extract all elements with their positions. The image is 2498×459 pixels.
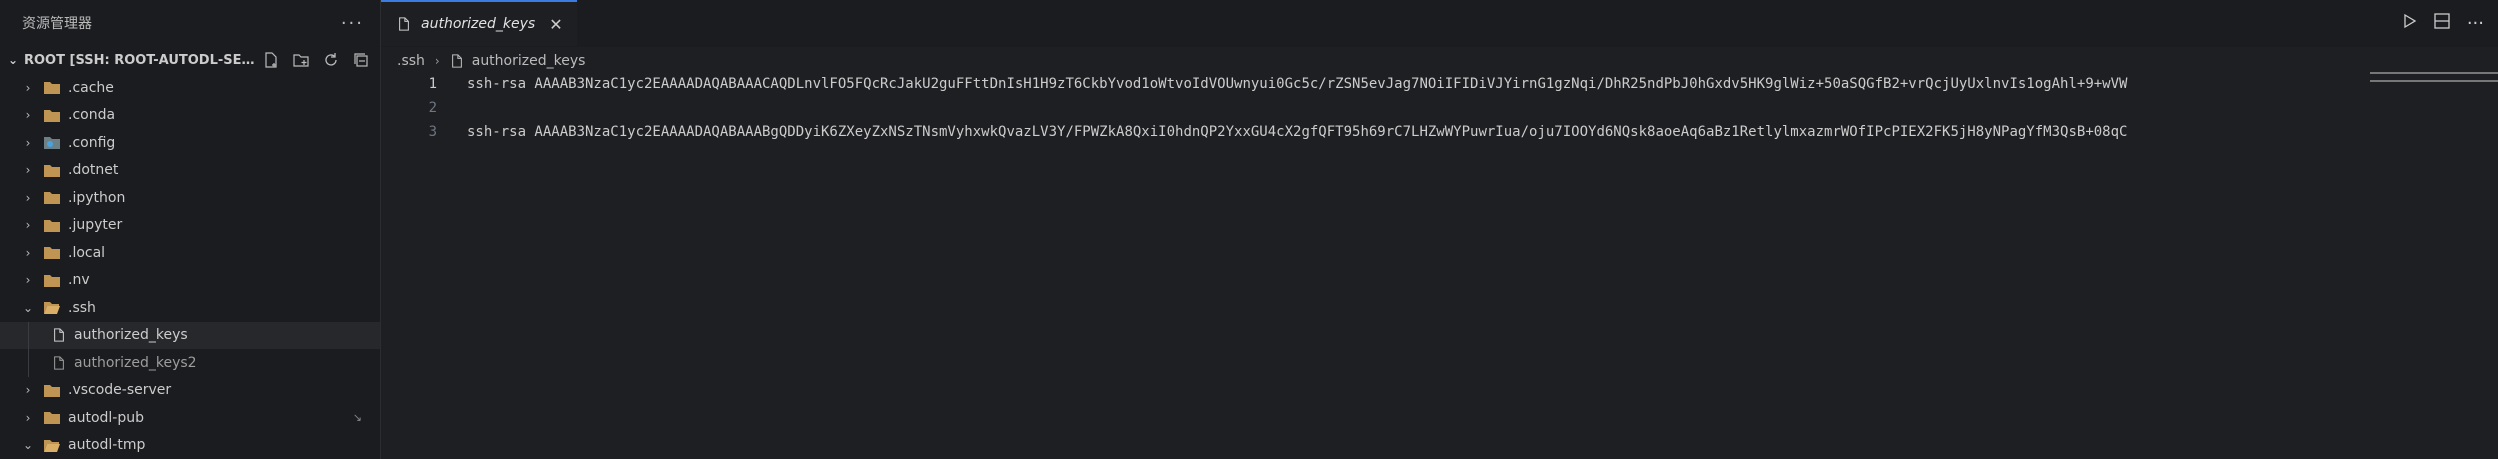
file-icon: [399, 17, 409, 31]
folder-icon: [44, 192, 60, 205]
chevron-right-icon[interactable]: ›: [20, 108, 36, 122]
line-number: 2: [428, 100, 437, 116]
tree-item-label: .cache: [68, 79, 114, 96]
chevron-down-icon[interactable]: ⌄: [20, 438, 36, 452]
tree-item-label: .ipython: [68, 189, 126, 206]
file-icon: [54, 356, 64, 370]
line-text[interactable]: ssh-rsa AAAAB3NzaC1yc2EAAAADAQABAAABgQDD…: [467, 124, 2347, 140]
chevron-right-icon[interactable]: ›: [20, 218, 36, 232]
explorer-toolbar: [260, 49, 372, 71]
folder-icon: [44, 412, 60, 425]
tree-item-vscode-server[interactable]: › .vscode-server: [0, 377, 380, 405]
tab-label: authorized_keys: [421, 16, 536, 32]
tree-item-label: .conda: [68, 107, 116, 124]
breadcrumb: .ssh › authorized_keys: [381, 47, 2498, 75]
code-line[interactable]: 1 ssh-rsa AAAAB3NzaC1yc2EAAAADAQABAAACAQ…: [381, 72, 2498, 96]
indent-guide: [28, 349, 29, 377]
link-icon: ↘: [352, 411, 362, 425]
chevron-right-icon[interactable]: ›: [20, 246, 36, 260]
breadcrumb-folder[interactable]: .ssh: [397, 53, 425, 69]
chevron-down-icon[interactable]: ⌄: [4, 53, 22, 67]
tree-item-label: autodl-tmp: [68, 437, 146, 454]
tab-authorized-keys[interactable]: authorized_keys ✕: [381, 0, 577, 46]
more-actions-icon[interactable]: ···: [341, 13, 364, 34]
workspace-root-label: ROOT [SSH: ROOT-AUTODL-SERV...: [24, 52, 260, 68]
new-folder-icon[interactable]: [290, 49, 312, 71]
tree-item-label: .ssh: [68, 299, 96, 316]
tree-item-label: authorized_keys: [74, 327, 188, 344]
tree-item-authorized-keys2[interactable]: authorized_keys2: [0, 349, 380, 377]
tree-item-authorized-keys[interactable]: authorized_keys: [0, 321, 380, 349]
tree-item-local[interactable]: › .local: [0, 239, 380, 267]
file-icon: [451, 54, 462, 68]
new-file-icon[interactable]: [260, 49, 282, 71]
code-line[interactable]: 3 ssh-rsa AAAAB3NzaC1yc2EAAAADAQABAAABgQ…: [381, 120, 2498, 144]
refresh-icon[interactable]: [320, 49, 342, 71]
line-text[interactable]: ssh-rsa AAAAB3NzaC1yc2EAAAADAQABAAACAQDL…: [467, 76, 2347, 92]
folder-icon: [44, 247, 60, 260]
chevron-right-icon[interactable]: ›: [20, 81, 36, 95]
tree-item-config[interactable]: › .config: [0, 129, 380, 157]
editor-actions: ···: [2401, 0, 2484, 46]
chevron-right-icon[interactable]: ›: [20, 163, 36, 177]
workspace-root[interactable]: ⌄ ROOT [SSH: ROOT-AUTODL-SERV...: [0, 46, 380, 74]
tree-item-cache[interactable]: › .cache: [0, 74, 380, 102]
folder-icon: [44, 274, 60, 287]
explorer-sidebar: 资源管理器 ··· ⌄ ROOT [SSH: ROOT-AUTODL-SERV.…: [0, 0, 381, 459]
chevron-down-icon[interactable]: ⌄: [20, 301, 36, 315]
folder-icon: [44, 164, 60, 177]
explorer-header: 资源管理器 ···: [0, 0, 380, 46]
folder-icon: [44, 109, 60, 122]
folder-config-icon: [44, 137, 60, 150]
chevron-right-icon[interactable]: ›: [20, 383, 36, 397]
close-icon[interactable]: ✕: [549, 15, 562, 34]
explorer-title: 资源管理器: [22, 16, 92, 32]
split-editor-icon[interactable]: [2433, 12, 2451, 34]
tree-item-label: .nv: [68, 272, 90, 289]
chevron-right-icon: ›: [434, 54, 440, 68]
minimap-line: [2370, 76, 2498, 78]
chevron-right-icon[interactable]: ›: [20, 411, 36, 425]
tree-item-label: .vscode-server: [68, 382, 172, 399]
tree-item-jupyter[interactable]: › .jupyter: [0, 212, 380, 240]
line-number: 3: [428, 124, 437, 140]
chevron-right-icon[interactable]: ›: [20, 191, 36, 205]
tree-item-nv[interactable]: › .nv: [0, 267, 380, 295]
line-number: 1: [428, 76, 437, 92]
tree-item-label: .config: [68, 134, 116, 151]
folder-open-icon: [44, 439, 60, 452]
tree-item-label: .jupyter: [68, 217, 123, 234]
tree-item-ipython[interactable]: › .ipython: [0, 184, 380, 212]
tree-item-label: .local: [68, 244, 106, 261]
tree-item-autodl-tmp[interactable]: ⌄ autodl-tmp: [0, 432, 380, 459]
breadcrumb-file[interactable]: authorized_keys: [472, 53, 586, 69]
code-line[interactable]: 2: [381, 96, 2498, 120]
editor-area: authorized_keys ✕ ··· .ssh › authorized_…: [381, 0, 2498, 459]
folder-open-icon: [44, 302, 60, 315]
minimap-line: [2370, 72, 2498, 74]
minimap[interactable]: [2370, 72, 2498, 84]
folder-icon: [44, 82, 60, 95]
minimap-line: [2370, 80, 2498, 82]
tree-item-label: .dotnet: [68, 162, 119, 179]
tree-item-label: autodl-pub: [68, 409, 144, 426]
chevron-right-icon[interactable]: ›: [20, 273, 36, 287]
run-icon[interactable]: [2401, 13, 2417, 33]
tree-item-autodl-pub[interactable]: › autodl-pub ↘: [0, 404, 380, 432]
tree-item-dotnet[interactable]: › .dotnet: [0, 157, 380, 185]
more-actions-icon[interactable]: ···: [2467, 13, 2484, 34]
folder-icon: [44, 384, 60, 397]
chevron-right-icon[interactable]: ›: [20, 136, 36, 150]
collapse-all-icon[interactable]: [350, 49, 372, 71]
folder-icon: [44, 219, 60, 232]
tree-item-conda[interactable]: › .conda: [0, 102, 380, 130]
tab-bar: authorized_keys ✕ ···: [381, 0, 2498, 47]
file-tree: › .cache › .conda › .config › .dotnet › …: [0, 74, 380, 459]
tree-item-ssh[interactable]: ⌄ .ssh: [0, 294, 380, 322]
code-editor[interactable]: 1 ssh-rsa AAAAB3NzaC1yc2EAAAADAQABAAACAQ…: [381, 72, 2498, 144]
indent-guide: [28, 321, 29, 349]
tree-item-label: authorized_keys2: [74, 354, 197, 371]
file-icon: [54, 328, 64, 342]
